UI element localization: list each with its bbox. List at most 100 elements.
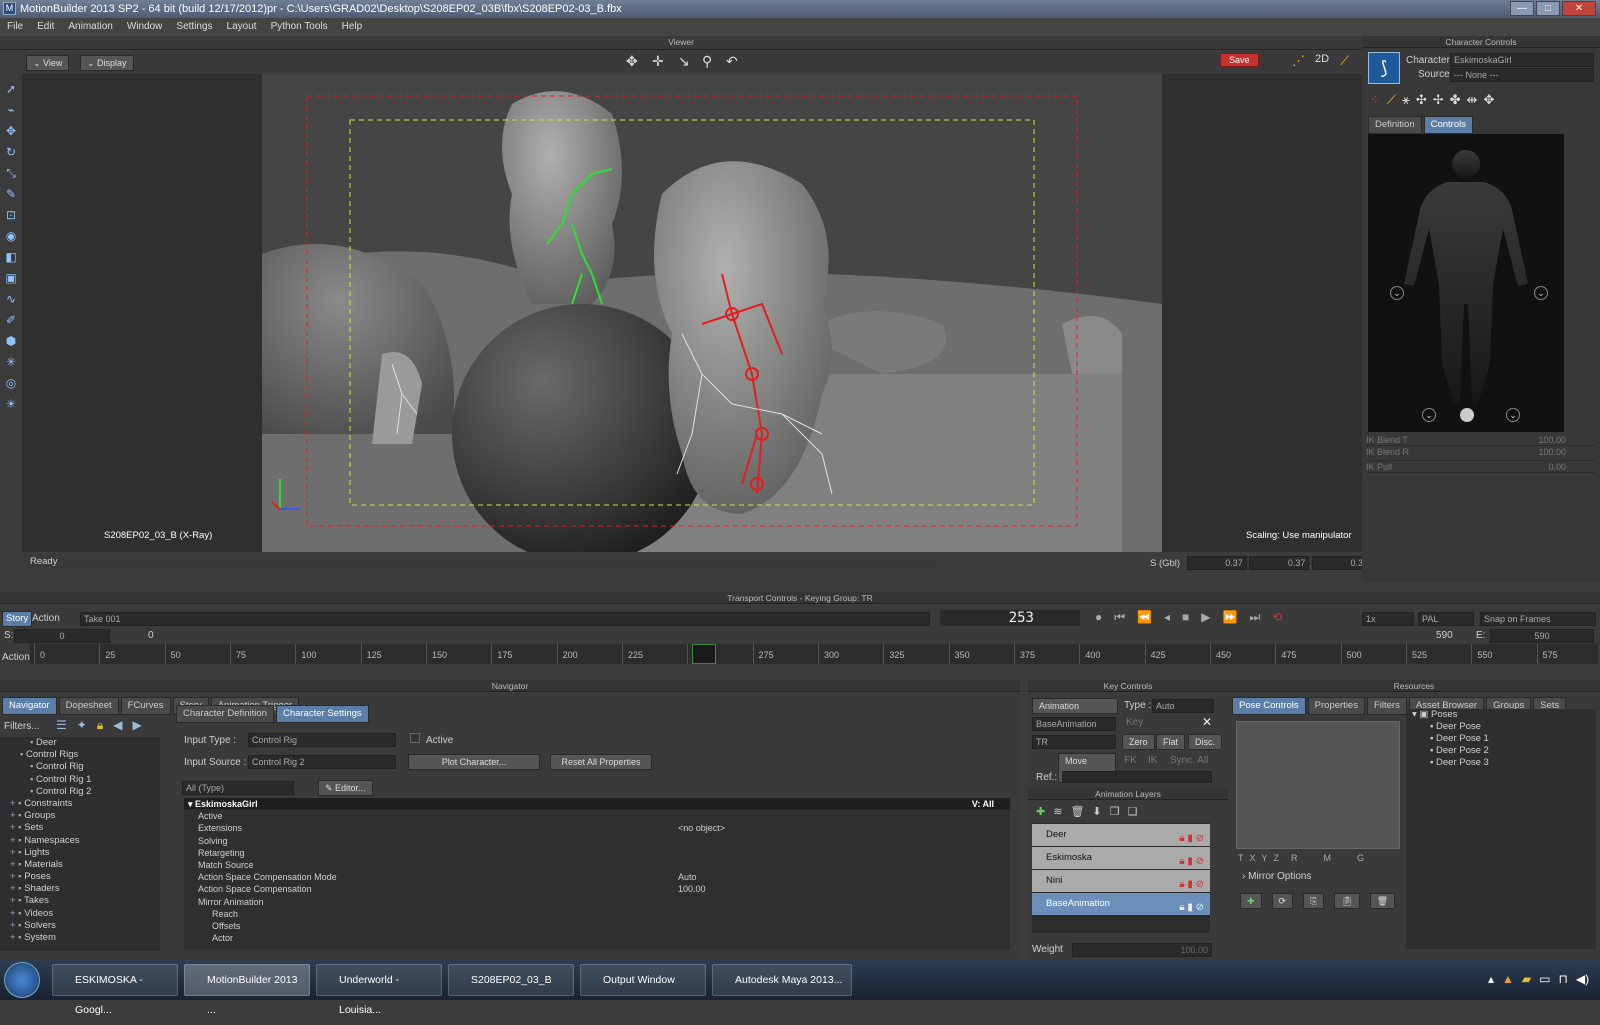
weight-field[interactable]: 100.00 — [1072, 943, 1212, 957]
current-frame-marker[interactable] — [692, 644, 716, 664]
layer-item[interactable]: Nini 🔒︎ ▮ ⊘ — [1032, 870, 1210, 892]
tab-pose-controls[interactable]: Pose Controls — [1232, 697, 1306, 715]
pose-item[interactable]: ▪ Deer Pose — [1406, 721, 1596, 733]
menu-python-tools[interactable]: Python Tools — [271, 18, 328, 36]
axis-g-toggle[interactable]: G — [1357, 853, 1364, 863]
tray-volume-icon[interactable]: ◀) — [1576, 972, 1589, 986]
orbit-icon[interactable]: ✥ — [626, 53, 638, 70]
delete-pose-icon[interactable]: 🗑︎ — [1369, 893, 1396, 909]
tree-item[interactable]: + ▪ Lights — [0, 847, 160, 859]
layer-dropdown[interactable]: BaseAnimation — [1032, 717, 1116, 731]
tab-dopesheet[interactable]: Dopesheet — [58, 697, 119, 715]
tree-item[interactable]: ▪ Deer — [0, 737, 160, 749]
mirror-options-toggle[interactable]: › Mirror Options — [1242, 871, 1311, 882]
tree-item[interactable]: + ▪ Groups — [0, 810, 160, 822]
shape-tool-icon[interactable]: ⬢ — [3, 333, 19, 349]
tree-item[interactable]: + ▪ Shaders — [0, 883, 160, 895]
pivot-tool-icon[interactable]: ⊡ — [3, 207, 19, 223]
scale-x-field[interactable]: 0.37 — [1186, 556, 1247, 570]
pose-item[interactable]: ▪ Deer Pose 2 — [1406, 745, 1596, 757]
animation-mode-button[interactable]: Animation — [1032, 698, 1118, 714]
source-dropdown[interactable]: --- None --- — [1450, 68, 1594, 82]
next-key-icon[interactable]: ⏩ — [1223, 610, 1238, 625]
lock-icon[interactable]: 🔒︎ — [97, 718, 103, 733]
lasso-tool-icon[interactable]: ⌁ — [3, 102, 19, 118]
editor-button[interactable]: ✎ Editor... — [318, 780, 373, 796]
prev-key-icon[interactable]: ⏪ — [1137, 610, 1152, 625]
view-menu-button[interactable]: ⌄ View — [26, 55, 70, 71]
tree-item[interactable]: ▪ Control Rig 2 — [0, 786, 160, 798]
menu-edit[interactable]: Edit — [37, 18, 54, 36]
scene-tree[interactable]: ▪ Deer ▪ Control Rigs ▪ Control Rig ▪ Contr… — [0, 737, 160, 951]
selection-icon[interactable]: ✢ — [1433, 92, 1444, 108]
layer-item[interactable]: Eskimoska 🔒︎ ▮ ⊘ — [1032, 847, 1210, 869]
go-end-icon[interactable]: ⏭ — [1249, 610, 1260, 625]
layer-toggle-icons[interactable]: 🔒︎ ▮ ⊘ — [1179, 897, 1204, 919]
tree-item[interactable]: + ▪ Materials — [0, 859, 160, 871]
menu-help[interactable]: Help — [342, 18, 363, 36]
taskbar-item-folder[interactable]: S208EP02_03_B — [448, 964, 574, 996]
tree-item[interactable]: ▪ Control Rigs — [0, 749, 160, 761]
ik-row-value[interactable]: 100.00 — [1538, 446, 1566, 458]
take-dropdown[interactable]: Take 001 — [80, 612, 930, 626]
layer-item[interactable]: Deer 🔒︎ ▮ ⊘ — [1032, 824, 1210, 846]
skeleton-tool-icon[interactable]: ✳ — [3, 354, 19, 370]
taskbar-item-maya[interactable]: Autodesk Maya 2013... — [712, 964, 852, 996]
taskbar-item-motionbuilder[interactable]: MotionBuilder 2013 ... — [184, 964, 310, 1016]
create-pose-icon[interactable]: ✚ — [1240, 893, 1262, 909]
select-tool-icon[interactable]: ➚ — [3, 81, 19, 97]
right-hand-icon[interactable]: ⌄ — [1534, 286, 1548, 300]
tab-properties[interactable]: Properties — [1307, 697, 1365, 715]
sync-all-button[interactable]: Sync. All — [1170, 755, 1208, 766]
pose-item[interactable]: ▪ Deer Pose 1 — [1406, 733, 1596, 745]
pose-root[interactable]: ▾ ▣ Poses — [1406, 709, 1596, 721]
ik-button[interactable]: IK — [1148, 755, 1157, 766]
layer-settings-icon[interactable]: ❏ — [1128, 805, 1138, 818]
camera-tool-icon[interactable]: ◎ — [3, 375, 19, 391]
key-button[interactable]: Key — [1126, 717, 1143, 728]
add-layer-icon[interactable]: ✚ — [1036, 805, 1045, 818]
tab-character-definition[interactable]: Character Definition — [176, 705, 274, 723]
tab-filters[interactable]: Filters — [1366, 697, 1407, 715]
maximize-icon[interactable]: □ — [1536, 1, 1560, 16]
axis-m-toggle[interactable]: M — [1324, 853, 1332, 863]
axis-z-toggle[interactable]: Z — [1274, 853, 1280, 863]
pan-icon[interactable]: ✛ — [652, 53, 664, 70]
2d-toggle-icon[interactable]: 2D — [1315, 53, 1329, 65]
delete-layer-icon[interactable]: 🗑︎ — [1070, 805, 1084, 818]
axis-x-toggle[interactable]: X — [1250, 853, 1256, 863]
left-hand-icon[interactable]: ⌄ — [1390, 286, 1404, 300]
3d-viewport[interactable]: S208EP02_03_B (X-Ray) Scaling: Use manip… — [22, 74, 1362, 552]
property-row[interactable]: Active — [184, 810, 1010, 823]
paste-pose-icon[interactable]: 📋︎ — [1334, 893, 1360, 909]
taskbar-item-chrome[interactable]: ESKIMOSKA - Googl... — [52, 964, 178, 1016]
tray-folder-icon[interactable]: ▰ — [1522, 972, 1531, 986]
copy-pose-icon[interactable]: ⎘ — [1303, 893, 1325, 909]
character-logo-icon[interactable]: ⟆ — [1368, 52, 1400, 84]
record-icon[interactable]: ● — [1095, 610, 1102, 625]
keying-group-dropdown[interactable]: TR — [1032, 735, 1116, 749]
ik-row-value[interactable]: 0.00 — [1548, 461, 1566, 473]
plot-character-button[interactable]: Plot Character... — [408, 754, 540, 770]
tab-character-settings[interactable]: Character Settings — [275, 705, 369, 723]
property-row[interactable]: Extensions <no object> — [184, 822, 1010, 835]
ik-icon[interactable]: ✥ — [1483, 92, 1494, 108]
ik-row-value[interactable]: 100.00 — [1538, 434, 1566, 446]
trajectory-icon[interactable]: ⋰ — [1292, 53, 1305, 69]
mirror-icon[interactable]: ⇹ — [1467, 92, 1478, 108]
menu-layout[interactable]: Layout — [227, 18, 257, 36]
property-row[interactable]: Action Space Compensation 100.00 — [184, 883, 1010, 896]
menu-animation[interactable]: Animation — [68, 18, 112, 36]
axis-t-toggle[interactable]: T — [1238, 853, 1244, 863]
tab-navigator[interactable]: Navigator — [2, 697, 57, 715]
timeline[interactable]: 0255075100125150175200225250275300325350… — [30, 644, 1598, 664]
property-value[interactable]: 100.00 — [678, 883, 706, 895]
undo-view-icon[interactable]: ↶ — [726, 53, 738, 70]
layer-item-selected[interactable]: BaseAnimation 🔒︎ ▮ ⊘ — [1032, 893, 1210, 915]
end-field[interactable]: 590 — [1490, 629, 1594, 643]
property-row[interactable]: Mirror Animation — [184, 896, 1010, 908]
delete-key-icon[interactable]: ✕ — [1202, 715, 1212, 729]
active-checkbox[interactable] — [410, 733, 420, 743]
go-start-icon[interactable]: ⏮ — [1114, 610, 1125, 625]
property-row[interactable]: Solving — [184, 835, 1010, 847]
